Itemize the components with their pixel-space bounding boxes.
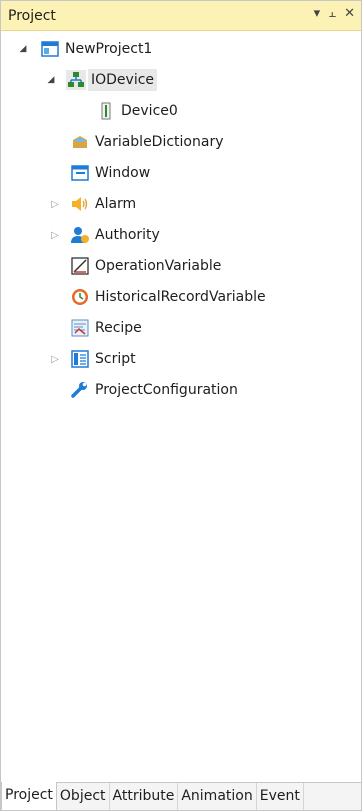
bottom-tab-strip: Project Object Attribute Animation Event — [1, 782, 361, 810]
window-icon — [70, 163, 90, 183]
collapse-arrow-icon[interactable]: ▷ — [50, 354, 60, 365]
tree-node-label: ProjectConfiguration — [95, 382, 238, 398]
tree-node-recipe[interactable]: Recipe — [70, 315, 145, 341]
expand-arrow-icon[interactable]: ◢ — [46, 75, 56, 85]
tree-node-iodevice[interactable]: ◢ IODevice — [46, 67, 158, 93]
tree-node-label: NewProject1 — [65, 41, 153, 57]
tree-node-window[interactable]: Window — [70, 160, 153, 186]
tab-object[interactable]: Object — [57, 783, 110, 810]
device-icon — [96, 101, 116, 121]
user-icon — [70, 225, 90, 245]
tree-node-label: Device0 — [121, 103, 178, 119]
dropdown-icon[interactable]: ▾ — [314, 6, 321, 22]
project-window-icon — [40, 39, 60, 59]
script-icon — [70, 349, 90, 369]
wrench-icon — [70, 380, 90, 400]
tree-node-alarm[interactable]: ▷ Alarm — [50, 191, 139, 217]
tree-node-label: Alarm — [95, 196, 137, 212]
close-icon[interactable]: ✕ — [344, 6, 355, 22]
tree-node-label: VariableDictionary — [95, 134, 224, 150]
tree-node-label: Recipe — [95, 320, 142, 336]
dictionary-icon — [70, 132, 90, 152]
tree-node-device0[interactable]: Device0 — [96, 98, 181, 124]
recipe-icon — [70, 318, 90, 338]
tree-node-label: Authority — [95, 227, 160, 243]
tree-node-label: Script — [95, 351, 136, 367]
tree-node-variabledictionary[interactable]: VariableDictionary — [70, 129, 227, 155]
tree-node-operationvariable[interactable]: OperationVariable — [70, 253, 224, 279]
tree-node-label: Window — [95, 165, 151, 181]
chart-icon — [70, 256, 90, 276]
tree-node-label: HistoricalRecordVariable — [95, 289, 266, 305]
collapse-arrow-icon[interactable]: ▷ — [50, 230, 60, 241]
network-icon — [66, 70, 86, 90]
pin-icon[interactable]: ⫠ — [328, 6, 336, 22]
tree-node-authority[interactable]: ▷ Authority — [50, 222, 163, 248]
tree-node-historicalrecordvariable[interactable]: HistoricalRecordVariable — [70, 284, 269, 310]
tab-event[interactable]: Event — [257, 783, 304, 810]
tab-animation[interactable]: Animation — [178, 783, 257, 810]
tab-project[interactable]: Project — [1, 782, 57, 810]
tree-node-projectconfiguration[interactable]: ProjectConfiguration — [70, 377, 241, 403]
tree-node-label: IODevice — [88, 69, 158, 91]
project-panel — [0, 0, 362, 811]
tab-attribute[interactable]: Attribute — [110, 783, 179, 810]
collapse-arrow-icon[interactable]: ▷ — [50, 199, 60, 210]
panel-title: Project — [8, 8, 56, 24]
panel-titlebar: Project ▾ ⫠ ✕ — [1, 1, 361, 31]
tree-node-label: OperationVariable — [95, 258, 222, 274]
expand-arrow-icon[interactable]: ◢ — [18, 44, 28, 54]
tree-node-script[interactable]: ▷ Script — [50, 346, 139, 372]
tree-node-newproject1[interactable]: ◢ NewProject1 — [18, 36, 155, 62]
speaker-icon — [70, 194, 90, 214]
clock-icon — [70, 287, 90, 307]
